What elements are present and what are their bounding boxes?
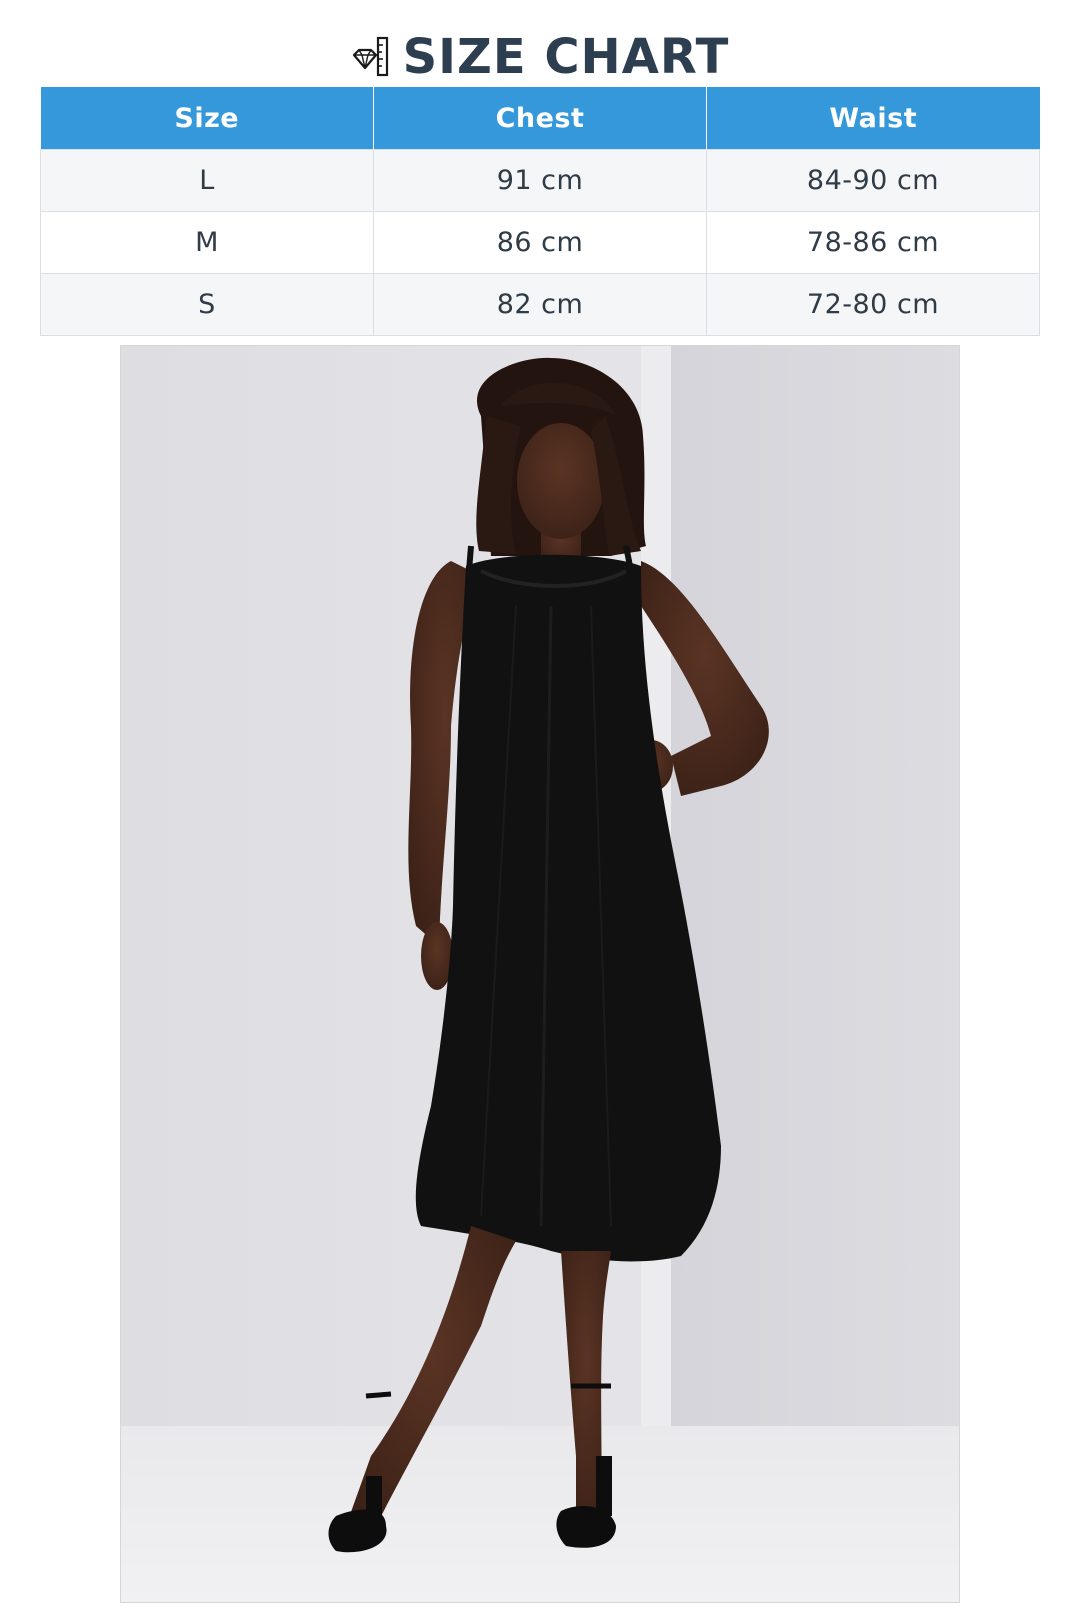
chest-cell: 91 cm	[373, 149, 707, 212]
column-header-waist: Waist	[706, 87, 1040, 150]
table-row: L 91 cm 84-90 cm	[40, 149, 1040, 212]
chest-cell: 82 cm	[373, 273, 707, 336]
chest-cell: 86 cm	[373, 211, 707, 274]
column-header-size: Size	[40, 87, 374, 150]
waist-cell: 72-80 cm	[706, 273, 1040, 336]
table-row: S 82 cm 72-80 cm	[40, 273, 1040, 336]
size-chart-title: SIZE CHART	[0, 22, 1080, 92]
table-row: M 86 cm 78-86 cm	[40, 211, 1040, 274]
size-cell: L	[40, 149, 374, 212]
waist-cell: 78-86 cm	[706, 211, 1040, 274]
waist-cell: 84-90 cm	[706, 149, 1040, 212]
size-cell: M	[40, 211, 374, 274]
table-header-row: Size Chest Waist	[40, 87, 1040, 150]
size-cell: S	[40, 273, 374, 336]
column-header-chest: Chest	[373, 87, 707, 150]
page-title: SIZE CHART	[402, 29, 730, 85]
size-table: Size Chest Waist L 91 cm 84-90 cm M 86 c…	[40, 87, 1040, 336]
ruler-diamond-icon	[351, 35, 389, 79]
product-photo	[120, 345, 960, 1603]
